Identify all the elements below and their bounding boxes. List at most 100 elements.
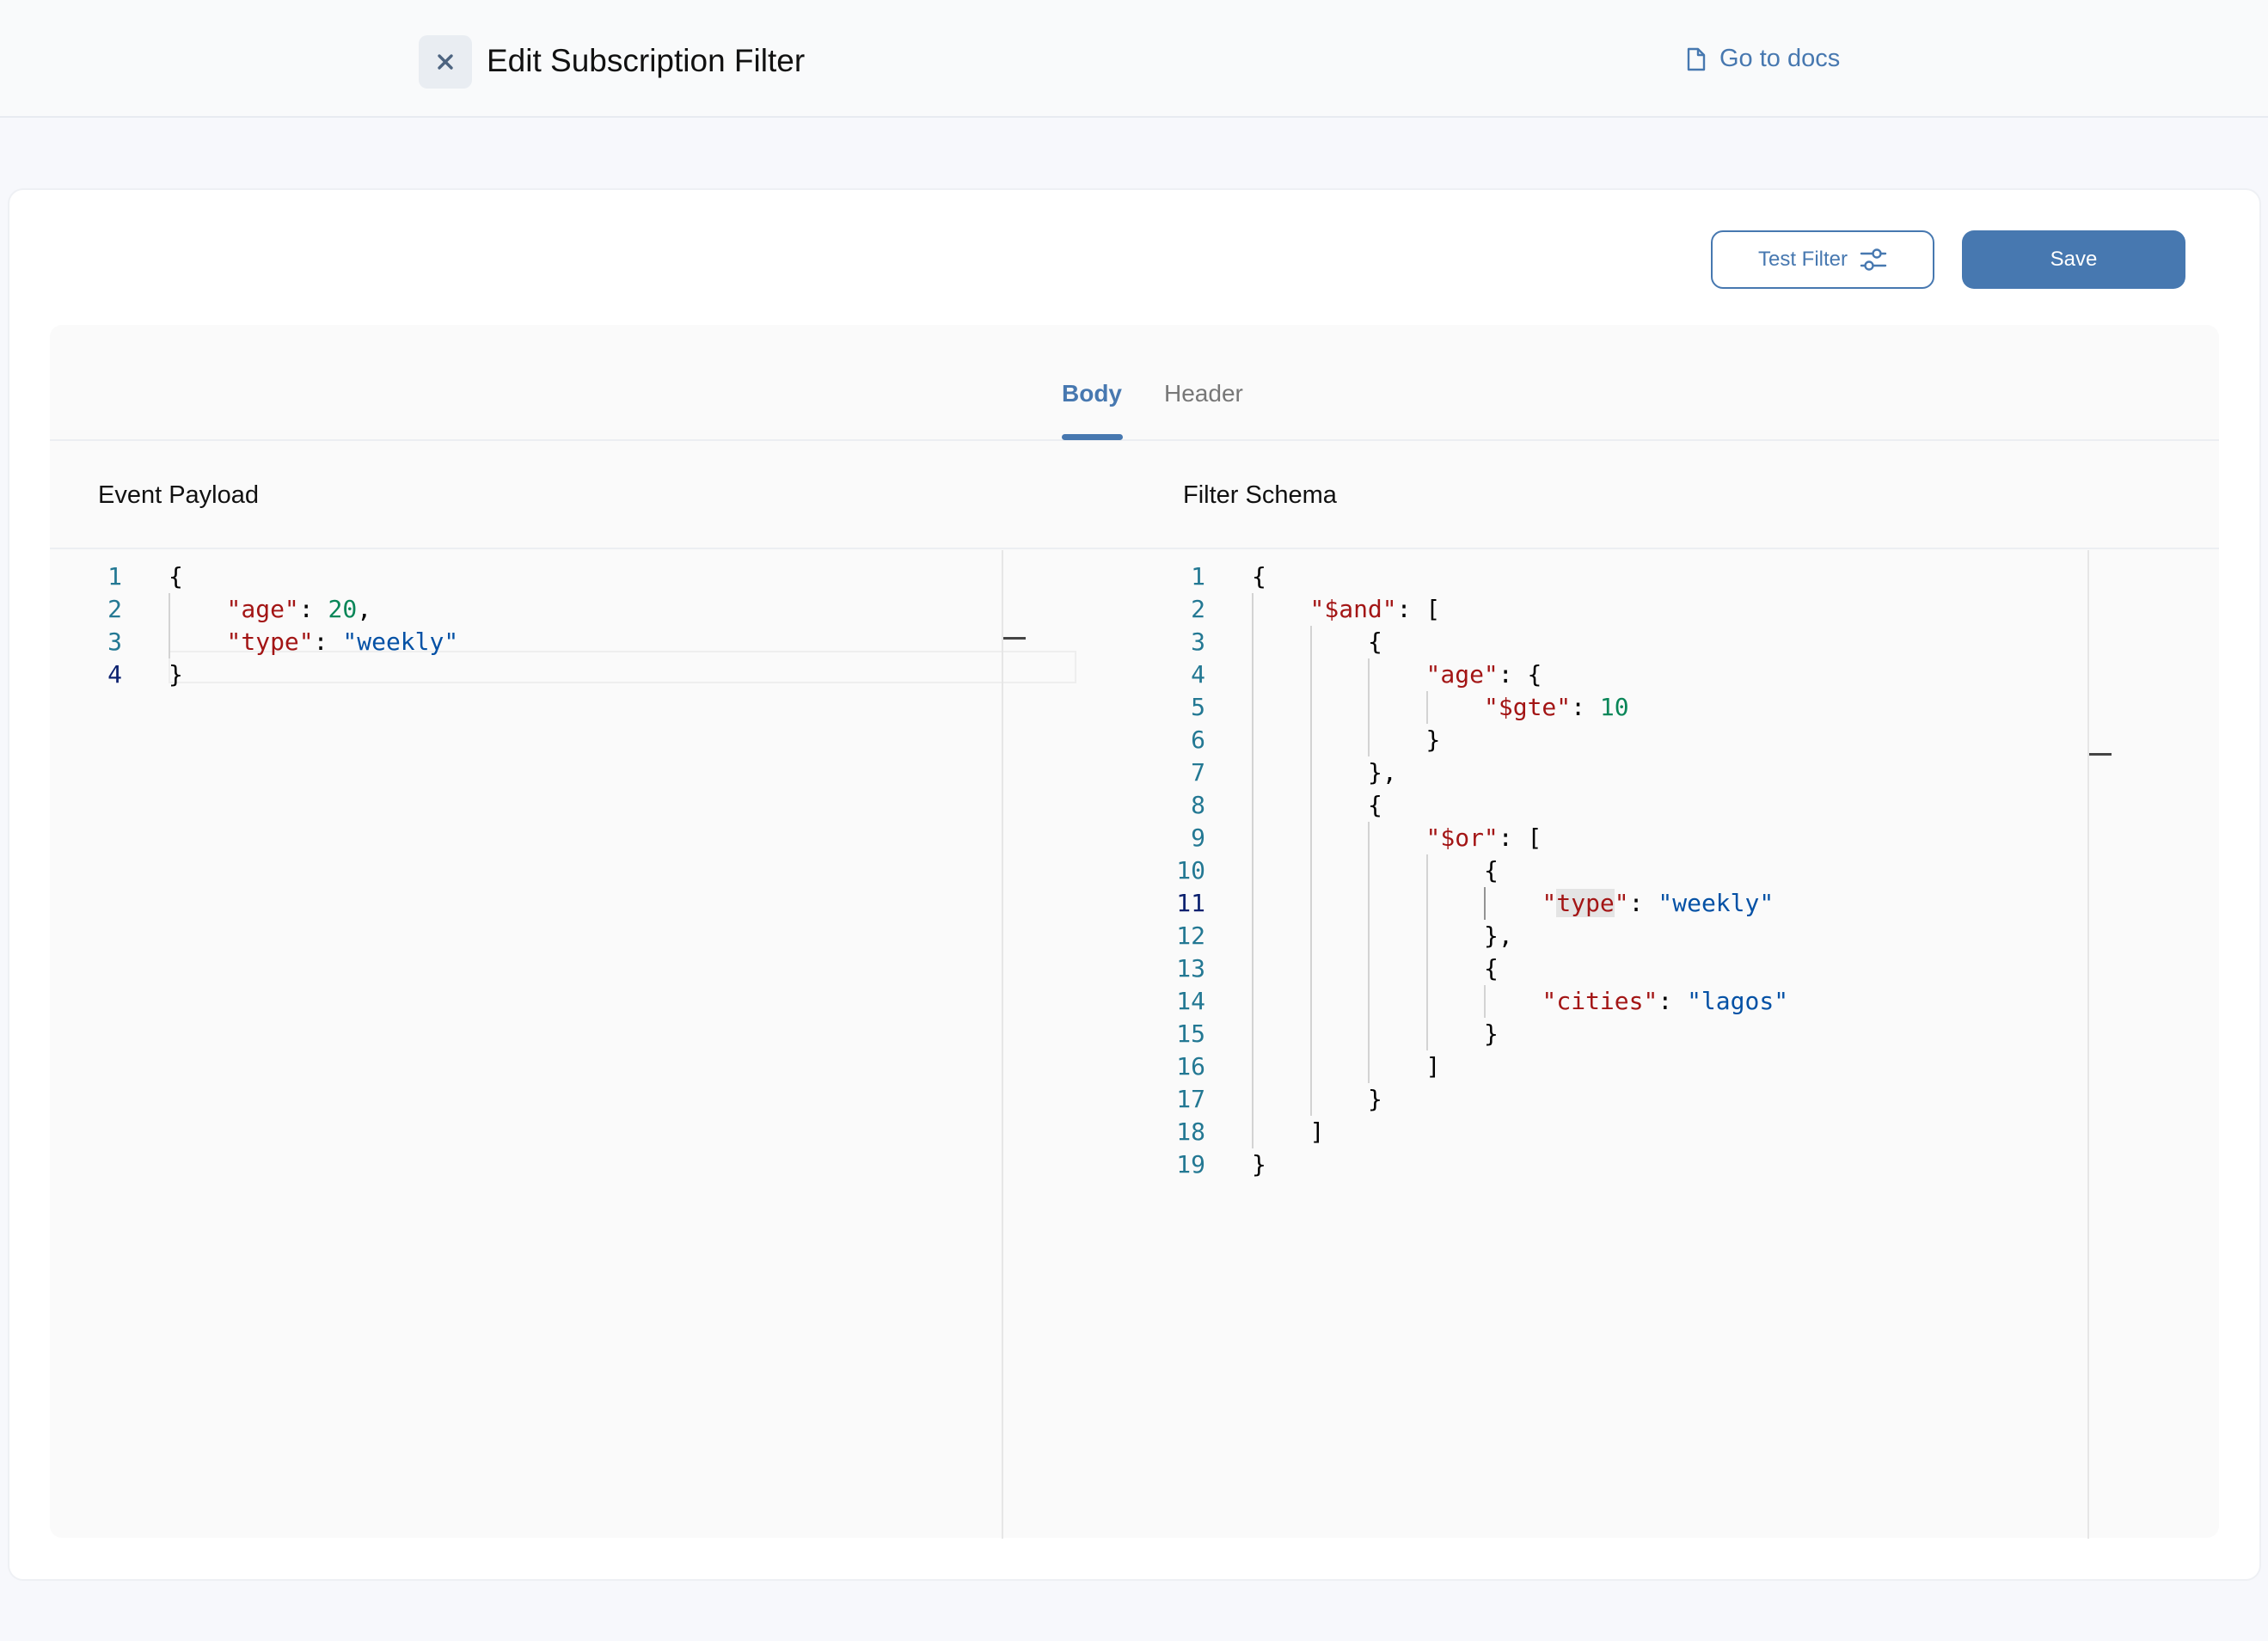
code-token: : [ [1498,824,1542,852]
code-token: " [1614,889,1629,917]
code-text: "age": { [1426,658,1542,691]
line-number: 1 [107,562,122,591]
code-token: } [169,660,183,689]
filter-schema-editor[interactable]: 1{2 "$and": [3{4 "age": {5 "$gte": 10 6} 7}, 8… [1135,550,2112,1539]
schema-editor-scrollbar[interactable] [2087,550,2089,1539]
go-to-docs-link[interactable]: Go to docs [1687,45,1840,73]
code-token: { [1368,628,1382,656]
code-token: , [357,595,372,623]
schema-code-line: 7}, [1135,756,2112,789]
top-bar: Edit Subscription Filter Go to docs [0,0,2268,118]
schema-code-line: 16] [1135,1050,2112,1083]
tab-body[interactable]: Body [1062,380,1122,407]
indent-guide [1368,920,1370,952]
schema-code-line: 2 "$and": [ [1135,593,2112,626]
code-token: : [298,595,328,623]
payload-code-line: 2 "age": 20, [52,593,1027,626]
line-number: 2 [1191,595,1205,623]
tab-header[interactable]: Header [1164,380,1243,407]
indent-guide [1309,985,1312,1018]
code-token: : [1658,987,1688,1015]
indent-guide [1309,789,1312,822]
indent-guide [1484,985,1486,1018]
schema-code-line: 10 { [1135,854,2112,887]
schema-code-line: 11 "type": "weekly" [1135,887,2112,920]
code-token: ] [1309,1117,1325,1146]
line-number: 5 [1191,693,1205,721]
indent-guide [1425,920,1428,952]
schema-code-line: 4 "age": { [1135,658,2112,691]
indent-guide [1309,854,1312,887]
code-token: "weekly" [342,628,459,656]
line-number: 6 [1191,726,1205,754]
line-number: 11 [1176,889,1205,917]
line-number: 1 [1191,562,1205,591]
schema-code-line: 19} [1135,1148,2112,1181]
save-button[interactable]: Save [1962,230,2185,289]
indent-guide [1368,658,1370,691]
event-payload-editor[interactable]: 1{2 "age": 20, 3 "type": "weekly" 4} [52,550,1076,1539]
line-number: 15 [1176,1020,1205,1048]
line-number: 3 [107,628,122,656]
payload-overview-ruler-mark [1003,637,1026,640]
payload-editor-scrollbar[interactable] [1002,550,1003,1539]
indent-guide [169,626,170,658]
schema-code-line: 3{ [1135,626,2112,658]
indent-guide [1425,1018,1428,1050]
code-token: 10 [1599,693,1629,721]
line-number: 18 [1176,1117,1205,1146]
indent-guide [1309,626,1312,658]
close-button[interactable] [419,35,472,89]
indent-guide [1368,1018,1370,1050]
test-filter-label: Test Filter [1757,248,1848,271]
indent-guide [1425,985,1428,1018]
document-icon [1687,47,1706,70]
code-token: } [1425,726,1441,754]
indent-guide [1252,1050,1254,1083]
indent-guide [1252,952,1254,985]
active-tab-indicator [1062,434,1123,440]
code-token: }, [1484,922,1513,950]
code-token: : [1628,889,1658,917]
indent-guide [1252,658,1254,691]
code-text: { [1484,854,1499,887]
indent-guide [1252,626,1254,658]
code-token: : { [1498,660,1542,689]
code-text: ] [1310,1116,1325,1148]
code-text: { [1252,560,1266,593]
code-token: { [1484,856,1499,885]
line-number: 4 [1191,660,1205,689]
test-filter-button[interactable]: Test Filter [1711,230,1934,289]
code-token: 20 [328,595,358,623]
indent-guide [1368,887,1370,920]
code-text: "type": "weekly" [1542,887,1774,920]
code-token: } [1484,1020,1499,1048]
indent-guide [1368,822,1370,854]
indent-guide [1368,952,1370,985]
indent-guide [1425,887,1428,920]
code-text: }, [1368,756,1397,789]
line-number: 4 [107,660,122,689]
indent-guide [1368,854,1370,887]
schema-code-line: 18] [1135,1116,2112,1148]
close-icon [438,54,453,70]
payload-code-line: 4} [52,658,1027,691]
indent-guide [1252,756,1254,789]
indent-guide [1309,952,1312,985]
schema-code-line: 17} [1135,1083,2112,1116]
indent-guide [1368,691,1370,724]
indent-guide [1309,1018,1312,1050]
indent-guide [1252,789,1254,822]
code-text: "type": "weekly" [227,626,459,658]
indent-guide [1309,822,1312,854]
code-token: "type" [226,628,314,656]
event-payload-label: Event Payload [98,481,260,509]
line-number: 13 [1176,954,1205,983]
line-number: 2 [107,595,122,623]
go-to-docs-label: Go to docs [1719,45,1841,72]
code-token: "$gte" [1484,693,1572,721]
schema-code-line: 5 "$gte": 10 [1135,691,2112,724]
indent-guide [1368,1050,1370,1083]
code-token: : [1571,693,1600,721]
code-text: } [1252,1148,1266,1181]
